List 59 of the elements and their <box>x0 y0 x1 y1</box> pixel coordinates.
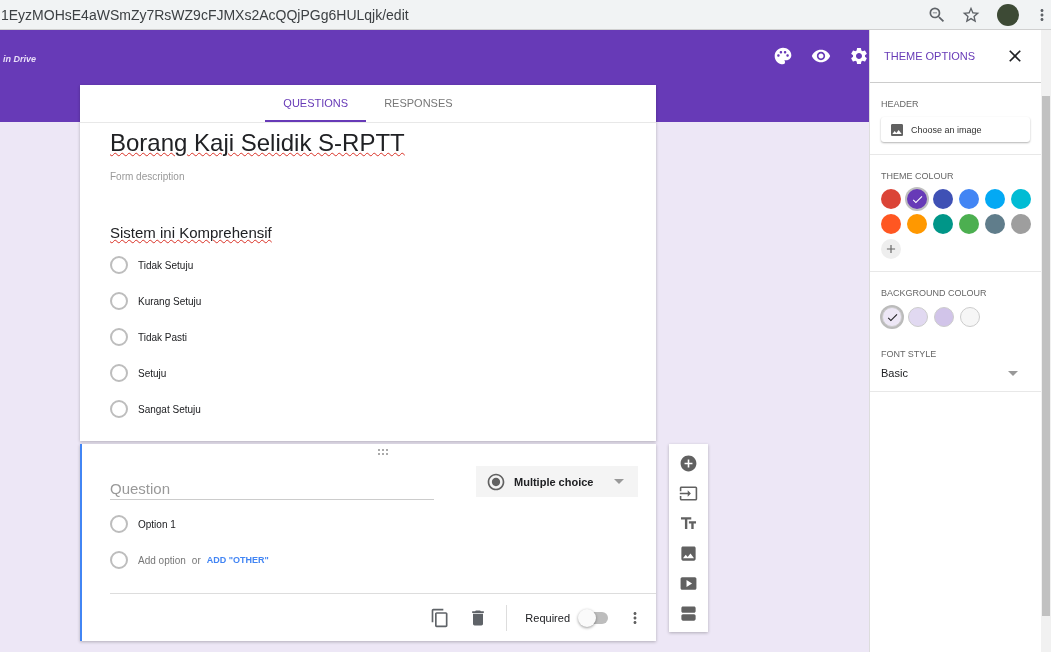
tab[interactable]: RESPONSES <box>366 85 471 122</box>
option-label: Kurang Setuju <box>138 295 202 307</box>
question-title: Sistem ini Komprehensif <box>110 224 273 241</box>
font-style-dropdown[interactable]: Basic <box>881 367 1030 379</box>
colour-swatch[interactable] <box>908 307 928 327</box>
colour-swatch[interactable] <box>933 214 953 234</box>
colour-swatch[interactable] <box>959 214 979 234</box>
colour-swatch[interactable] <box>1011 214 1031 234</box>
panel-title: THEME OPTIONS <box>884 50 976 62</box>
radio-button[interactable] <box>110 364 128 382</box>
radio-button[interactable] <box>110 551 128 569</box>
section-label: BACKGROUND COLOUR <box>881 288 988 298</box>
radio-button[interactable] <box>110 328 128 346</box>
colour-swatch[interactable] <box>960 307 980 327</box>
plus-icon <box>884 242 898 256</box>
scrollbar[interactable] <box>1041 30 1051 652</box>
required-toggle[interactable] <box>580 611 608 624</box>
choose-image-button[interactable]: Choose an image <box>881 117 1030 142</box>
option-field[interactable]: Option 1 <box>138 518 176 530</box>
caret-icon <box>614 479 624 484</box>
colour-swatch[interactable] <box>881 189 901 209</box>
copy-icon[interactable] <box>430 607 451 628</box>
question-type-dropdown[interactable]: Multiple choice <box>476 466 638 497</box>
radio-button[interactable] <box>110 292 128 310</box>
section-label: THEME COLOUR <box>881 171 955 181</box>
add-colour-button[interactable] <box>881 239 901 259</box>
drive-status-text: in Drive <box>3 54 36 64</box>
colour-swatch[interactable] <box>882 307 902 327</box>
radio-button[interactable] <box>110 256 128 274</box>
drag-handle-icon[interactable] <box>377 448 389 456</box>
image-icon <box>889 121 905 138</box>
option-label: Tidak Setuju <box>138 259 194 271</box>
caret-icon <box>1008 370 1018 376</box>
palette-icon[interactable] <box>773 46 793 66</box>
avatar[interactable] <box>997 3 1019 26</box>
colour-swatch[interactable] <box>934 307 954 327</box>
colour-swatch[interactable] <box>985 214 1005 234</box>
colour-swatch[interactable] <box>907 189 927 209</box>
section-label: FONT STYLE <box>881 349 938 359</box>
colour-swatch[interactable] <box>985 189 1005 209</box>
colour-swatch[interactable] <box>907 214 927 234</box>
settings-icon[interactable] <box>849 46 869 66</box>
form-title[interactable]: Borang Kaji Selidik S-RPTT <box>110 129 626 157</box>
radio-checked-icon <box>486 471 506 492</box>
colour-swatch[interactable] <box>1011 189 1031 209</box>
add-other-link[interactable]: ADD "OTHER" <box>206 555 269 565</box>
option-label: Setuju <box>138 367 167 379</box>
radio-button[interactable] <box>110 515 128 533</box>
colour-swatch[interactable] <box>959 189 979 209</box>
section-label: HEADER <box>881 99 920 109</box>
radio-button[interactable] <box>110 400 128 418</box>
add-option-field[interactable]: Add option <box>138 554 186 566</box>
tab[interactable]: QUESTIONS <box>265 85 367 122</box>
colour-swatch[interactable] <box>881 214 901 234</box>
required-label: Required <box>525 611 570 624</box>
or-text: or <box>191 554 201 566</box>
option-label: Tidak Pasti <box>138 331 188 343</box>
colour-swatch[interactable] <box>933 189 953 209</box>
option-label: Sangat Setuju <box>138 403 201 415</box>
